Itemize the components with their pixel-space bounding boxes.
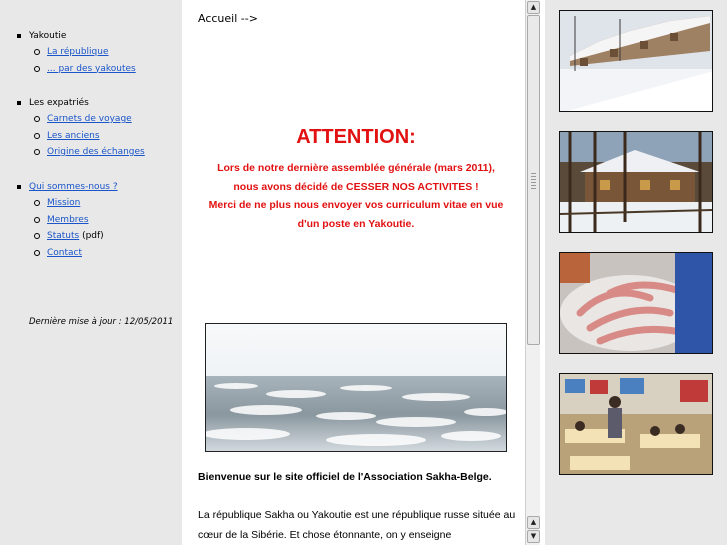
- notice-line: Lors de notre dernière assemblée général…: [217, 162, 495, 174]
- nav-item-contact[interactable]: Contact: [17, 245, 118, 262]
- nav-item-par-des-yakoutes[interactable]: ... par des yakoutes: [17, 61, 136, 78]
- nav-heading-expatries: Les expatriés: [17, 95, 145, 111]
- nav-item-les-anciens[interactable]: Les anciens: [17, 128, 145, 145]
- right-photo-panel: [545, 0, 727, 545]
- statuts-pdf-note: (pdf): [79, 231, 104, 241]
- frozen-fish-photo: [559, 252, 713, 354]
- notice-line: d'un poste en Yakoutie.: [297, 217, 415, 230]
- scrollbar-thumb[interactable]: [527, 15, 540, 345]
- scroll-down-arrow-icon[interactable]: ▼: [527, 530, 540, 543]
- scroll-up-arrow-icon[interactable]: ▲: [527, 516, 540, 529]
- nav-item-mission[interactable]: Mission: [17, 195, 118, 212]
- breadcrumb: Accueil -->: [198, 12, 258, 25]
- welcome-text: Bienvenue sur le site officiel de l'Asso…: [198, 471, 492, 483]
- nav-group-yakoutie: Yakoutie La république ... par des yakou…: [17, 28, 136, 77]
- nav-item-la-republique[interactable]: La république: [17, 44, 136, 61]
- scroll-up-arrow-icon[interactable]: ▲: [527, 1, 540, 14]
- last-update-text: Dernière mise à jour : 12/05/2011: [29, 317, 174, 327]
- nav-item-membres[interactable]: Membres: [17, 212, 118, 229]
- left-sidebar: Yakoutie La république ... par des yakou…: [0, 0, 182, 545]
- intro-paragraph: La république Sakha ou Yakoutie est une …: [198, 509, 516, 541]
- scrollbar-grip-icon: [531, 173, 536, 189]
- snowy-village-photo: [559, 10, 713, 112]
- classroom-photo: [559, 373, 713, 475]
- main-content: Accueil --> ATTENTION: Lors de notre der…: [187, 0, 525, 545]
- nav-item-carnets-de-voyage[interactable]: Carnets de voyage: [17, 111, 145, 128]
- frozen-landscape-photo: [205, 323, 507, 452]
- nav-group-expatries: Les expatriés Carnets de voyage Les anci…: [17, 95, 145, 161]
- wooden-house-forest-photo: [559, 131, 713, 233]
- attention-title: ATTENTION:: [296, 126, 416, 148]
- nav-item-statuts[interactable]: Statuts (pdf): [17, 228, 118, 245]
- nav-group-qui-sommes-nous: Qui sommes-nous ? Mission Membres Statut…: [17, 179, 118, 261]
- nav-heading-qui-sommes-nous[interactable]: Qui sommes-nous ?: [17, 179, 118, 195]
- closure-notice: Lors de notre dernière assemblée général…: [197, 159, 515, 233]
- notice-line: nous avons décidé de CESSER NOS ACTIVITE…: [233, 180, 479, 193]
- nav-heading-yakoutie: Yakoutie: [17, 28, 136, 44]
- nav-item-origine-des-echanges[interactable]: Origine des échanges: [17, 144, 145, 161]
- notice-line: Merci de ne plus nous envoyer vos curric…: [208, 199, 504, 211]
- main-scrollbar[interactable]: ▲ ▲ ▼: [525, 0, 540, 545]
